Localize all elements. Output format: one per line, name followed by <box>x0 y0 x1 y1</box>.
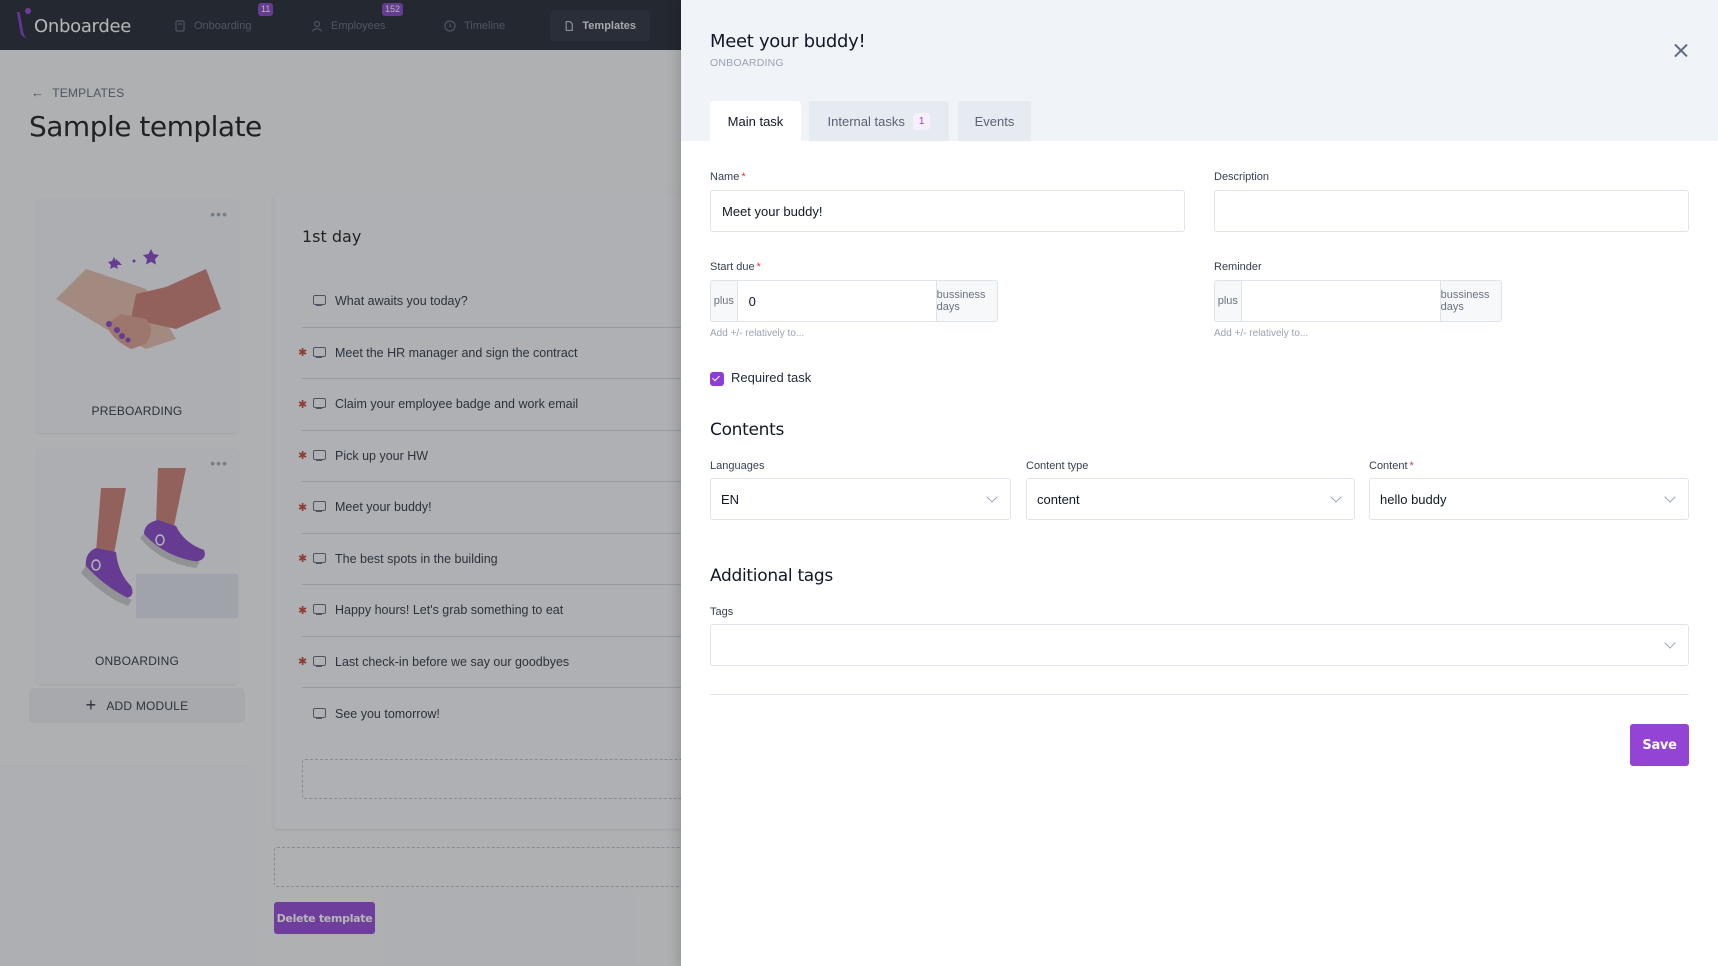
content-type-label: Content type <box>1026 460 1089 472</box>
languages-value: EN <box>721 491 740 507</box>
chevron-down-icon <box>1330 491 1342 503</box>
reminder-label: Reminder <box>1214 261 1262 273</box>
name-label: Name * <box>710 171 746 183</box>
content-type-select[interactable]: content <box>1026 478 1355 520</box>
required-task-checkbox[interactable] <box>710 372 724 386</box>
content-select[interactable]: hello buddy <box>1369 478 1689 520</box>
content-label: Content * <box>1369 460 1414 472</box>
languages-label: Languages <box>710 460 765 472</box>
reminder-help: Add +/- relatively to... <box>1214 328 1309 339</box>
tab-label: Main task <box>727 113 784 129</box>
chevron-down-icon <box>1664 491 1676 503</box>
start-due-label: Start due * <box>710 261 761 273</box>
start-due-group: plus bussiness days <box>710 280 998 322</box>
content-type-value: content <box>1037 491 1080 507</box>
additional-tags-title: Additional tags <box>710 566 833 586</box>
reminder-group: plus bussiness days <box>1214 280 1502 322</box>
tab-internal-tasks[interactable]: Internal tasks 1 <box>809 101 949 141</box>
start-due-help: Add +/- relatively to... <box>710 328 805 339</box>
tab-events[interactable]: Events <box>958 101 1031 141</box>
start-due-suffix: bussiness days <box>935 281 997 321</box>
save-button[interactable]: Save <box>1630 724 1689 766</box>
required-task-label[interactable]: Required task <box>731 370 811 385</box>
languages-select[interactable]: EN <box>710 478 1011 520</box>
reminder-input[interactable] <box>1241 281 1440 321</box>
tab-badge: 1 <box>912 112 931 130</box>
tags-label: Tags <box>710 606 734 618</box>
tab-label: Events <box>974 113 1015 129</box>
start-due-prefix: plus <box>711 281 738 321</box>
tags-select[interactable] <box>710 624 1689 666</box>
close-icon[interactable] <box>1671 41 1691 61</box>
drawer-subtitle: ONBOARDING <box>710 57 784 69</box>
chevron-down-icon <box>1664 637 1676 649</box>
drawer-title: Meet your buddy! <box>710 31 866 52</box>
tab-main-task[interactable]: Main task <box>710 101 801 141</box>
start-due-input[interactable] <box>737 281 936 321</box>
contents-title: Contents <box>710 420 785 440</box>
form-divider <box>710 694 1689 695</box>
description-input[interactable] <box>1214 190 1689 232</box>
reminder-suffix: bussiness days <box>1439 281 1501 321</box>
modal-overlay[interactable] <box>0 0 681 966</box>
content-value: hello buddy <box>1380 491 1447 507</box>
tab-label: Internal tasks <box>827 113 905 129</box>
reminder-prefix: plus <box>1215 281 1242 321</box>
chevron-down-icon <box>986 491 998 503</box>
drawer-header: Meet your buddy! ONBOARDING Main task In… <box>681 0 1718 141</box>
name-input[interactable] <box>710 190 1185 232</box>
description-label: Description <box>1214 171 1270 183</box>
